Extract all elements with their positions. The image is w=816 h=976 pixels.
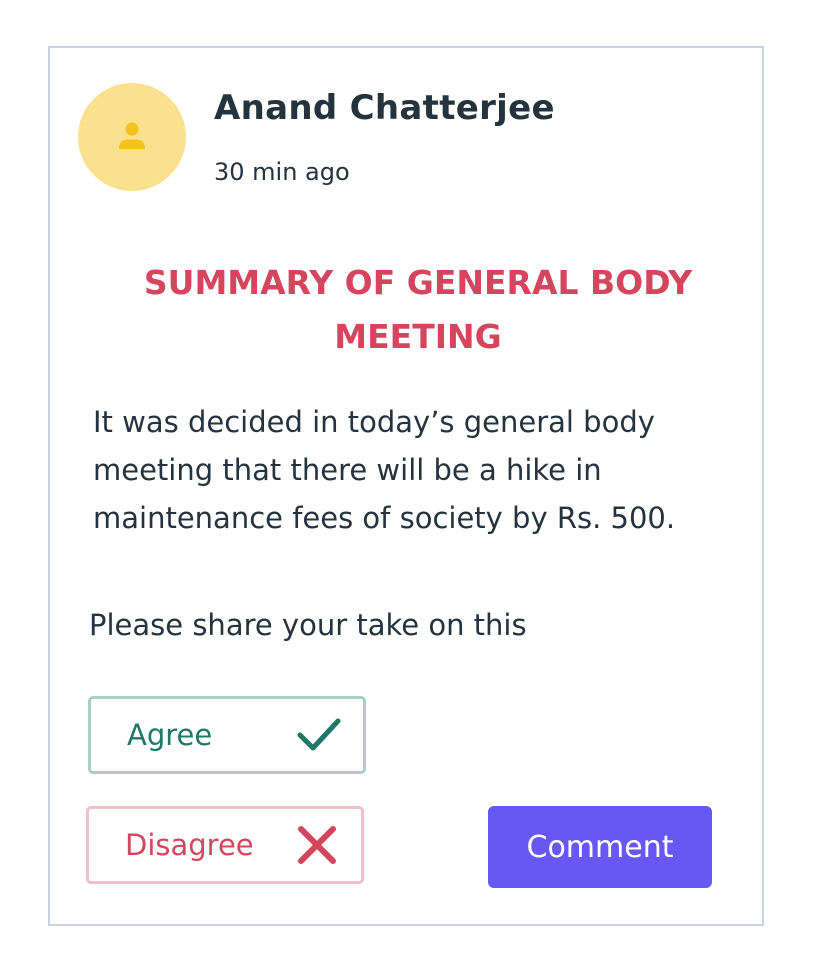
feedback-prompt: Please share your take on this <box>89 608 527 642</box>
comment-button[interactable]: Comment <box>488 806 712 888</box>
disagree-button[interactable]: Disagree <box>86 806 364 884</box>
user-icon <box>119 122 145 149</box>
check-icon <box>297 713 341 757</box>
author-name[interactable]: Anand Chatterjee <box>214 88 555 128</box>
post-timestamp: 30 min ago <box>214 158 350 186</box>
post-card: Anand Chatterjee 30 min ago SUMMARY OF G… <box>48 46 764 926</box>
disagree-label: Disagree <box>125 828 254 862</box>
avatar[interactable] <box>78 83 186 191</box>
post-title: SUMMARY OF GENERAL BODY MEETING <box>143 263 693 356</box>
agree-label: Agree <box>127 718 213 752</box>
post-body: It was decided in today’s general body m… <box>93 405 676 535</box>
close-icon <box>295 823 339 867</box>
agree-button[interactable]: Agree <box>88 696 366 774</box>
